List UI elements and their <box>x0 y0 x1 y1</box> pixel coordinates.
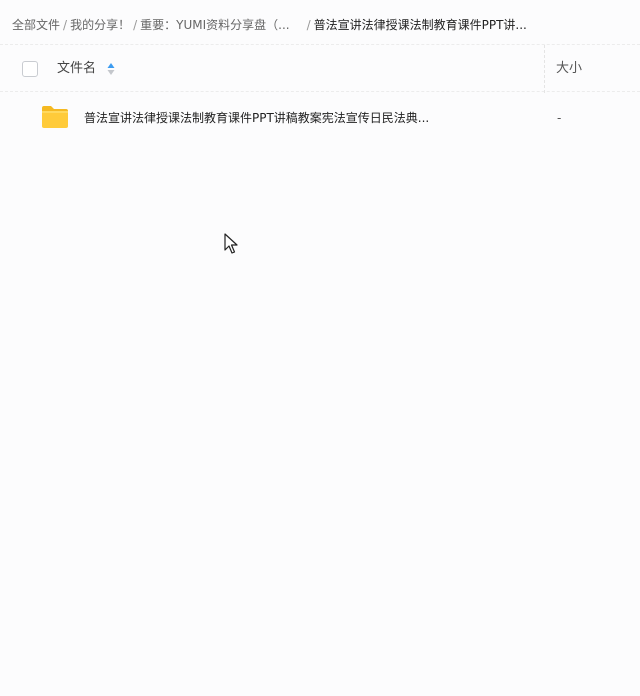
file-browser: 全部文件 / 我的分享！ / 重要：YUMI资料分享盘（... / 普法宣讲法律授课法制教育… <box>0 0 640 696</box>
breadcrumb-separator: / <box>306 18 311 32</box>
breadcrumb-separator: / <box>63 18 68 32</box>
column-divider[interactable] <box>544 45 545 93</box>
mouse-pointer-icon <box>224 233 238 254</box>
breadcrumb-current-folder: 普法宣讲法律授课法制教育课件PPT讲... <box>313 18 527 32</box>
breadcrumb-share-disk[interactable]: 重要：YUMI资料分享盘（... <box>140 18 289 32</box>
breadcrumb-all-files[interactable]: 全部文件 <box>12 18 60 32</box>
breadcrumb-my-shares[interactable]: 我的分享！ <box>70 18 130 32</box>
file-size: - <box>557 111 562 125</box>
breadcrumb: 全部文件 / 我的分享！ / 重要：YUMI资料分享盘（... / 普法宣讲法律授课法制教育… <box>12 16 632 34</box>
folder-icon <box>42 106 68 128</box>
column-header-name[interactable]: 文件名 <box>57 61 96 77</box>
select-all-checkbox[interactable] <box>22 61 38 77</box>
sort-arrows-icon[interactable] <box>107 62 115 76</box>
breadcrumb-separator: / <box>133 18 138 32</box>
file-list-header: 文件名 大小 <box>0 44 640 93</box>
file-row[interactable]: 普法宣讲法律授课法制教育课件PPT讲稿教案宪法宣传日民法典... - <box>0 96 640 142</box>
column-header-size[interactable]: 大小 <box>556 61 582 77</box>
file-name-link[interactable]: 普法宣讲法律授课法制教育课件PPT讲稿教案宪法宣传日民法典... <box>84 110 524 126</box>
